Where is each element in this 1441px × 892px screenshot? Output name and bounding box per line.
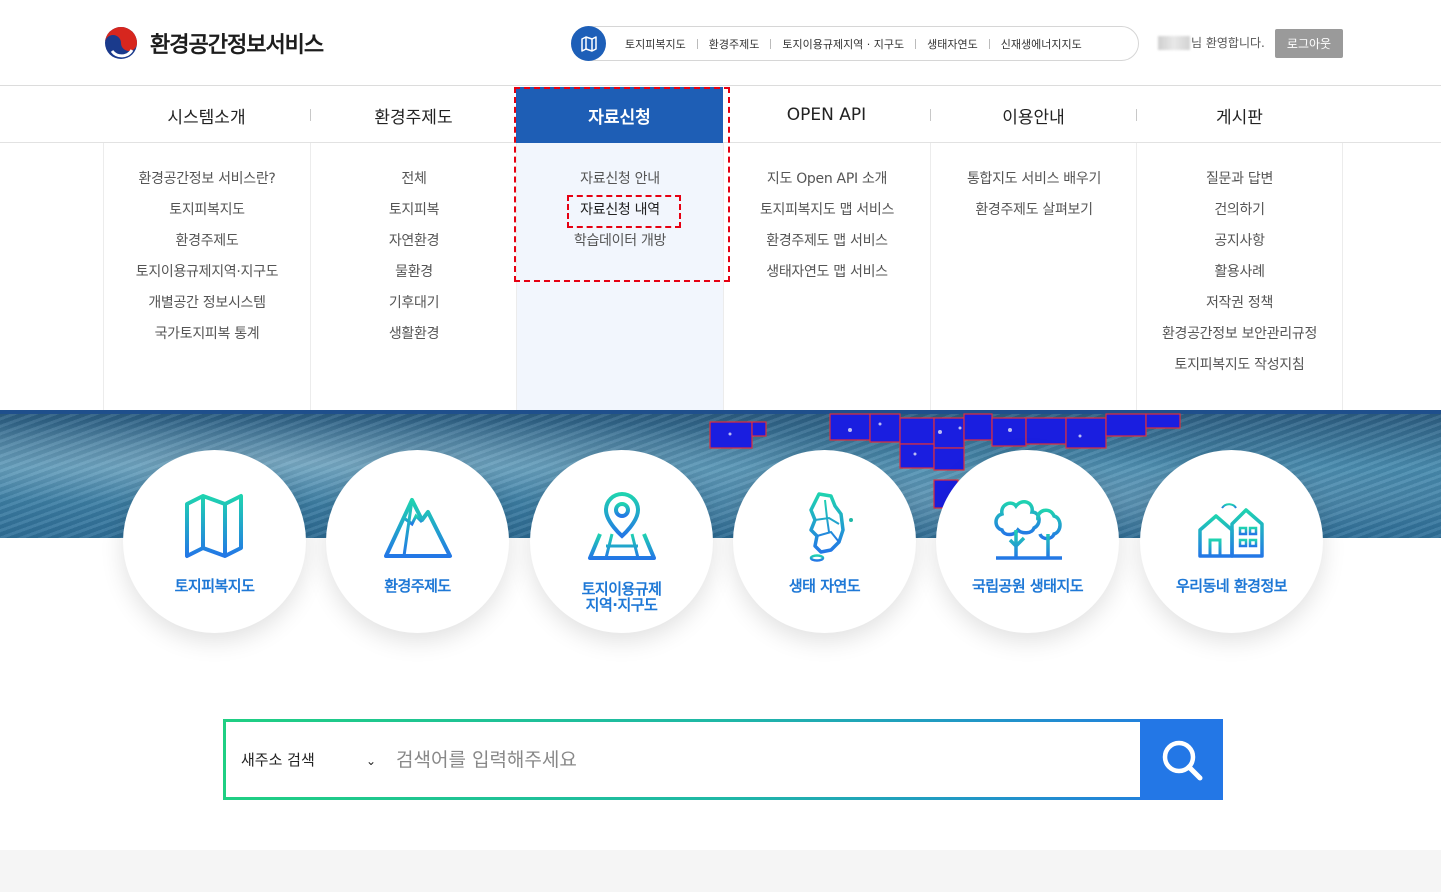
map-book-button[interactable] xyxy=(571,26,606,61)
welcome-message: 님 환영합니다. xyxy=(1158,34,1265,51)
submenu-link[interactable]: 질문과 답변 xyxy=(1137,169,1342,200)
mega-menu: 환경공간정보 서비스란? 토지피복지도 환경주제도 토지이용규제지역·지구도 개… xyxy=(0,143,1441,410)
service-label: 국립공원 생태지도 xyxy=(971,577,1084,595)
site-title: 환경공간정보서비스 xyxy=(150,33,324,58)
quick-links-bar: 토지피복지도 환경주제도 토지이용규제지역 · 지구도 생태자연도 신재생에너지… xyxy=(571,26,1139,61)
submenu-link[interactable]: 전체 xyxy=(311,169,517,200)
search-box: 새주소 검색 ⌄ xyxy=(226,719,1223,800)
service-label: 우리동네 환경정보 xyxy=(1175,577,1288,595)
trees-icon xyxy=(993,500,1062,560)
search-type-value: 새주소 검색 xyxy=(241,751,315,769)
service-label: 토지피복지도 xyxy=(174,577,255,595)
nav-env-theme[interactable]: 환경주제도 xyxy=(310,87,517,143)
submenu-open-api: 지도 Open API 소개 토지피복지도 맵 서비스 환경주제도 맵 서비스 … xyxy=(723,143,930,410)
submenu-link[interactable]: 자연환경 xyxy=(311,231,517,262)
quick-link-landcover[interactable]: 토지피복지도 xyxy=(614,36,697,52)
quick-link-renewable[interactable]: 신재생에너지지도 xyxy=(990,36,1093,52)
search-bar: 새주소 검색 ⌄ xyxy=(223,719,1223,800)
search-button[interactable] xyxy=(1140,719,1223,800)
nav-open-api[interactable]: OPEN API xyxy=(723,87,930,143)
quick-link-ecology[interactable]: 생태자연도 xyxy=(916,36,989,52)
quick-link-list: 토지피복지도 환경주제도 토지이용규제지역 · 지구도 생태자연도 신재생에너지… xyxy=(614,36,1093,52)
submenu-link[interactable]: 통합지도 서비스 배우기 xyxy=(931,169,1137,200)
footer-band xyxy=(0,850,1441,892)
submenu-link[interactable]: 기후대기 xyxy=(311,293,517,324)
submenu-link[interactable]: 토지피복지도 작성지침 xyxy=(1137,355,1342,386)
nav-guide[interactable]: 이용안내 xyxy=(930,87,1137,143)
submenu-link[interactable]: 환경공간정보 보안관리규정 xyxy=(1137,324,1342,355)
nav-system-intro[interactable]: 시스템소개 xyxy=(103,87,310,143)
logout-button[interactable]: 로그아웃 xyxy=(1275,29,1343,58)
service-label: 환경주제도 xyxy=(384,577,451,595)
submenu-link[interactable]: 토지피복 xyxy=(311,200,517,231)
submenu-link[interactable]: 저작권 정책 xyxy=(1137,293,1342,324)
submenu-link[interactable]: 토지이용규제지역·지구도 xyxy=(104,262,310,293)
nav-data-request[interactable]: 자료신청 xyxy=(516,87,723,143)
houses-icon xyxy=(1197,503,1264,558)
service-label-line1: 토지이용규제 xyxy=(581,580,662,598)
page: 환경공간정보서비스 토지피복지도 환경주제도 토지이용규제지역 · 지구도 생태… xyxy=(0,0,1441,892)
map-pin-icon xyxy=(587,491,656,560)
submenu-link[interactable]: 토지피복지도 맵 서비스 xyxy=(724,200,930,231)
submenu-link[interactable]: 개별공간 정보시스템 xyxy=(104,293,310,324)
service-landuse-map[interactable]: 토지이용규제 지역·지구도 xyxy=(530,450,713,633)
quick-link-env-theme[interactable]: 환경주제도 xyxy=(698,36,771,52)
submenu-link[interactable]: 생태자연도 맵 서비스 xyxy=(724,262,930,293)
search-type-select[interactable]: 새주소 검색 ⌄ xyxy=(241,722,381,797)
submenu-link[interactable]: 국가토지피복 통계 xyxy=(104,324,310,355)
submenu-link[interactable]: 물환경 xyxy=(311,262,517,293)
service-neighborhood-env[interactable]: 우리동네 환경정보 xyxy=(1140,450,1323,633)
mountain-icon xyxy=(383,498,452,558)
search-icon xyxy=(1162,740,1202,780)
submenu-data-request: 자료신청 안내 자료신청 내역 학습데이터 개방 xyxy=(516,143,723,410)
submenu-board: 질문과 답변 건의하기 공지사항 활용사례 저작권 정책 환경공간정보 보안관리… xyxy=(1136,143,1343,410)
submenu-link[interactable]: 환경주제도 xyxy=(104,231,310,262)
korea-map-icon xyxy=(808,492,853,562)
submenu-link[interactable]: 지도 Open API 소개 xyxy=(724,169,930,200)
submenu-link[interactable]: 환경주제도 살펴보기 xyxy=(931,200,1137,231)
service-shortcuts: 토지피복지도 환경주제도 토지이용규제 지역·지구도 생태 자연도 국립공원 생… xyxy=(0,450,1441,640)
map-book-icon xyxy=(580,35,597,52)
blurred-username xyxy=(1158,35,1190,50)
submenu-link-request-guide[interactable]: 자료신청 안내 xyxy=(517,169,723,200)
submenu-link[interactable]: 활용사례 xyxy=(1137,262,1342,293)
nav-board[interactable]: 게시판 xyxy=(1136,87,1343,143)
search-input[interactable] xyxy=(396,736,1126,784)
welcome-text: 님 환영합니다. xyxy=(1191,36,1265,50)
service-ecology-map[interactable]: 생태 자연도 xyxy=(733,450,916,633)
submenu-link[interactable]: 환경공간정보 서비스란? xyxy=(104,169,310,200)
submenu-link-training-data[interactable]: 학습데이터 개방 xyxy=(517,231,723,262)
folded-map-icon xyxy=(184,494,243,558)
service-national-park-map[interactable]: 국립공원 생태지도 xyxy=(936,450,1119,633)
header: 환경공간정보서비스 토지피복지도 환경주제도 토지이용규제지역 · 지구도 생태… xyxy=(0,0,1441,86)
site-logo[interactable]: 환경공간정보서비스 xyxy=(104,26,324,60)
submenu-guide: 통합지도 서비스 배우기 환경주제도 살펴보기 xyxy=(930,143,1137,410)
submenu-link[interactable]: 토지피복지도 xyxy=(104,200,310,231)
chevron-down-icon: ⌄ xyxy=(366,754,377,768)
submenu-link[interactable]: 공지사항 xyxy=(1137,231,1342,262)
submenu-link[interactable]: 건의하기 xyxy=(1137,200,1342,231)
main-nav: 시스템소개 환경주제도 자료신청 OPEN API 이용안내 게시판 xyxy=(0,87,1441,143)
service-label-line2: 지역·지구도 xyxy=(585,596,658,614)
submenu-system-intro: 환경공간정보 서비스란? 토지피복지도 환경주제도 토지이용규제지역·지구도 개… xyxy=(103,143,310,410)
service-env-theme-map[interactable]: 환경주제도 xyxy=(326,450,509,633)
submenu-env-theme: 전체 토지피복 자연환경 물환경 기후대기 생활환경 xyxy=(310,143,517,410)
submenu-link[interactable]: 생활환경 xyxy=(311,324,517,355)
submenu-link-request-history[interactable]: 자료신청 내역 xyxy=(517,200,723,231)
service-label: 토지이용규제 지역·지구도 xyxy=(530,581,713,613)
quick-link-landuse[interactable]: 토지이용규제지역 · 지구도 xyxy=(771,36,915,52)
service-label: 생태 자연도 xyxy=(788,577,861,595)
service-landcover-map[interactable]: 토지피복지도 xyxy=(123,450,306,633)
submenu-link[interactable]: 환경주제도 맵 서비스 xyxy=(724,231,930,262)
taeguk-logo-icon xyxy=(105,27,137,59)
